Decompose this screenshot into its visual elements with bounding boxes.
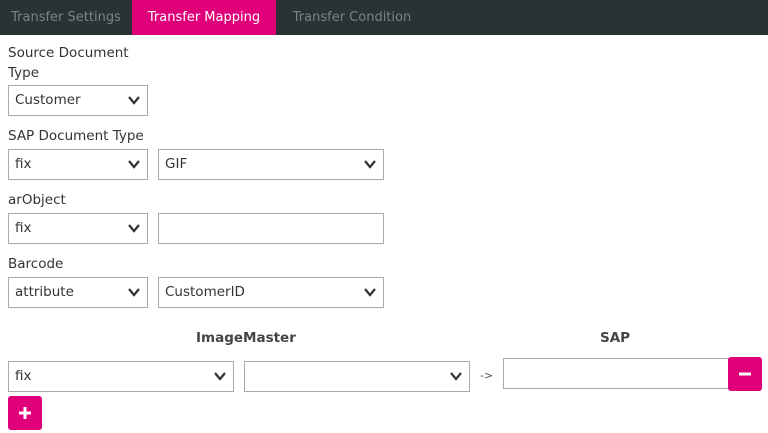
- chevron-down-icon: [214, 372, 226, 381]
- mapping-arrow: ->: [480, 369, 494, 382]
- source-document-type-label-line2: Type: [8, 65, 40, 81]
- sap-column-header: SAP: [600, 330, 631, 346]
- sap-document-type-mode-select[interactable]: fix: [8, 149, 148, 180]
- remove-row-button[interactable]: [728, 357, 762, 391]
- tab-transfer-mapping[interactable]: Transfer Mapping: [132, 0, 276, 35]
- sap-document-type-mode-value: fix: [15, 156, 32, 172]
- arobject-mode-value: fix: [15, 220, 32, 236]
- mapping-row-mode-select[interactable]: fix: [8, 361, 234, 392]
- chevron-down-icon: [128, 224, 140, 233]
- add-row-button[interactable]: [8, 396, 42, 430]
- mapping-row-mode-value: fix: [15, 368, 32, 384]
- chevron-down-icon: [128, 96, 140, 105]
- plus-icon: [19, 407, 31, 419]
- barcode-value: CustomerID: [165, 284, 245, 300]
- arobject-input[interactable]: [158, 213, 384, 244]
- chevron-down-icon: [364, 288, 376, 297]
- tab-transfer-condition[interactable]: Transfer Condition: [276, 0, 428, 35]
- chevron-down-icon: [128, 288, 140, 297]
- source-document-type-select[interactable]: Customer: [8, 85, 148, 116]
- barcode-label: Barcode: [8, 256, 64, 272]
- barcode-mode-value: attribute: [15, 284, 74, 300]
- chevron-down-icon: [364, 160, 376, 169]
- chevron-down-icon: [128, 160, 140, 169]
- mapping-row-field-select[interactable]: [244, 361, 470, 392]
- minus-icon: [739, 372, 751, 376]
- sap-document-type-label: SAP Document Type: [8, 128, 144, 144]
- sap-document-type-value: GIF: [165, 156, 188, 172]
- tab-bar: Transfer Settings Transfer Mapping Trans…: [0, 0, 768, 35]
- mapping-row-sap-input[interactable]: [503, 358, 729, 389]
- barcode-mode-select[interactable]: attribute: [8, 277, 148, 308]
- source-document-type-value: Customer: [15, 92, 81, 108]
- chevron-down-icon: [450, 372, 462, 381]
- arobject-mode-select[interactable]: fix: [8, 213, 148, 244]
- sap-document-type-value-select[interactable]: GIF: [158, 149, 384, 180]
- barcode-value-select[interactable]: CustomerID: [158, 277, 384, 308]
- source-document-type-label-line1: Source Document: [8, 45, 129, 61]
- imagemaster-column-header: ImageMaster: [196, 330, 296, 346]
- arobject-label: arObject: [8, 192, 66, 208]
- tab-transfer-settings[interactable]: Transfer Settings: [0, 0, 132, 35]
